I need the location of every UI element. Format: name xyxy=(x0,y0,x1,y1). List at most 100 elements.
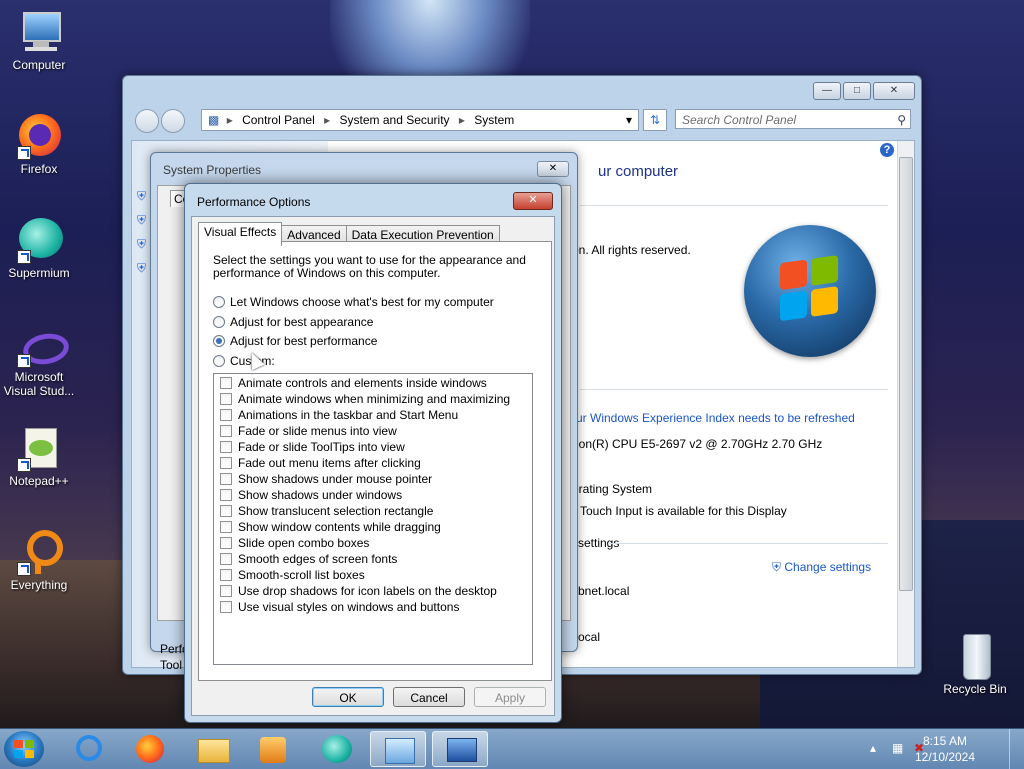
radio-let-windows-choose[interactable]: Let Windows choose what's best for my co… xyxy=(213,296,494,310)
taskbar-file-explorer[interactable] xyxy=(184,731,240,767)
radio-best-appearance[interactable]: Adjust for best appearance xyxy=(213,316,373,330)
shield-icon: ⛨ xyxy=(137,213,147,227)
radio-best-performance[interactable]: Adjust for best performance xyxy=(213,335,377,349)
show-desktop-button[interactable] xyxy=(1009,729,1024,769)
effect-checkbox[interactable]: Show window contents while dragging xyxy=(220,519,441,535)
performance-options-dialog[interactable]: Performance Options ✕ Visual Effects Adv… xyxy=(184,183,562,723)
help-icon[interactable]: ? xyxy=(880,143,894,157)
effect-label: Show translucent selection rectangle xyxy=(238,504,434,518)
effect-checkbox[interactable]: Animate controls and elements inside win… xyxy=(220,375,487,391)
start-button[interactable] xyxy=(4,731,44,767)
checkbox[interactable] xyxy=(220,473,232,485)
checkbox[interactable] xyxy=(220,489,232,501)
radio-custom[interactable]: Custom: xyxy=(213,355,275,369)
taskbar-control-panel[interactable] xyxy=(370,731,426,767)
shield-icon: ⛨ xyxy=(772,560,782,574)
radio-button[interactable] xyxy=(213,316,225,328)
desktop-icon-computer[interactable]: Computer xyxy=(0,8,78,72)
taskbar-firefox[interactable] xyxy=(122,731,178,767)
search-input[interactable]: Search Control Panel ⚲ xyxy=(675,109,911,129)
taskbar-internet-explorer[interactable] xyxy=(62,731,118,767)
taskbar-media-player[interactable] xyxy=(244,731,300,767)
network-icon[interactable]: ▦ xyxy=(892,741,903,755)
checkbox[interactable] xyxy=(220,585,232,597)
effect-checkbox[interactable]: Use drop shadows for icon labels on the … xyxy=(220,583,497,599)
maximize-button[interactable]: □ xyxy=(843,82,871,100)
radio-button[interactable] xyxy=(213,355,225,367)
apply-button[interactable]: Apply xyxy=(474,687,546,707)
change-settings-link[interactable]: ⛨ Change settings xyxy=(772,560,871,575)
internet-explorer-icon xyxy=(76,735,102,761)
back-button[interactable] xyxy=(135,109,159,133)
desktop-icon-visual-studio[interactable]: Microsoft Visual Stud... xyxy=(0,328,78,398)
address-dropdown-icon[interactable]: ▾ xyxy=(626,110,632,130)
checkbox[interactable] xyxy=(220,425,232,437)
checkbox[interactable] xyxy=(220,505,232,517)
search-icon[interactable]: ⚲ xyxy=(897,110,906,130)
tab-strip: Visual Effects Advanced Data Execution P… xyxy=(198,222,500,246)
effect-label: Use visual styles on windows and buttons xyxy=(238,600,460,614)
wei-refresh-link[interactable]: ur Windows Experience Index needs to be … xyxy=(576,411,855,425)
firefox-icon xyxy=(136,735,164,763)
shortcut-arrow-icon xyxy=(17,458,31,472)
desktop-icon-notepadpp[interactable]: Notepad++ xyxy=(0,424,78,488)
checkbox[interactable] xyxy=(220,441,232,453)
visual-effects-list[interactable]: Animate controls and elements inside win… xyxy=(213,373,533,665)
checkbox[interactable] xyxy=(220,537,232,549)
desktop-icon-everything[interactable]: Everything xyxy=(0,528,78,592)
minimize-button[interactable]: — xyxy=(813,82,841,100)
desktop-icon-label: Everything xyxy=(10,578,68,592)
control-panel-icon xyxy=(385,738,415,764)
dialog-body: Visual Effects Advanced Data Execution P… xyxy=(191,216,555,716)
breadcrumb-system[interactable]: System xyxy=(474,113,514,127)
close-button[interactable]: ✕ xyxy=(537,161,569,177)
refresh-button[interactable]: ⇅ xyxy=(643,109,667,131)
effect-checkbox[interactable]: Smooth-scroll list boxes xyxy=(220,567,365,583)
desktop-icon-recycle-bin[interactable]: Recycle Bin xyxy=(936,632,1014,696)
breadcrumb-control-panel[interactable]: Control Panel xyxy=(242,113,315,127)
system-clock[interactable]: 8:15 AM 12/10/2024 xyxy=(910,733,980,765)
show-hidden-icons-button[interactable]: ▴ xyxy=(870,741,876,755)
effect-checkbox[interactable]: Fade or slide ToolTips into view xyxy=(220,439,405,455)
effect-checkbox[interactable]: Show translucent selection rectangle xyxy=(220,503,433,519)
effect-checkbox[interactable]: Smooth edges of screen fonts xyxy=(220,551,397,567)
tab-visual-effects[interactable]: Visual Effects xyxy=(198,222,283,246)
effect-label: Animations in the taskbar and Start Menu xyxy=(238,408,459,422)
taskbar-system-properties[interactable] xyxy=(432,731,488,767)
breadcrumb-system-security[interactable]: System and Security xyxy=(340,113,450,127)
cancel-button[interactable]: Cancel xyxy=(393,687,465,707)
address-bar[interactable]: ▩ ▸ Control Panel ▸ System and Security … xyxy=(201,109,639,131)
checkbox[interactable] xyxy=(220,601,232,613)
close-button[interactable]: ✕ xyxy=(873,82,915,100)
scrollbar-thumb[interactable] xyxy=(899,157,913,591)
checkbox[interactable] xyxy=(220,553,232,565)
effect-checkbox[interactable]: Animate windows when minimizing and maxi… xyxy=(220,391,510,407)
effect-label: Fade or slide menus into view xyxy=(238,424,397,438)
checkbox[interactable] xyxy=(220,569,232,581)
taskbar: ▴ ▦ ✖ 8:15 AM 12/10/2024 xyxy=(0,728,1024,769)
effect-checkbox[interactable]: Slide open combo boxes xyxy=(220,535,369,551)
ok-button[interactable]: OK xyxy=(312,687,384,707)
desktop-icon-firefox[interactable]: Firefox xyxy=(0,112,78,176)
close-button[interactable]: ✕ xyxy=(513,192,553,210)
checkbox[interactable] xyxy=(220,521,232,533)
checkbox[interactable] xyxy=(220,377,232,389)
desktop-icon-supermium[interactable]: Supermium xyxy=(0,216,78,280)
forward-button[interactable] xyxy=(161,109,185,133)
checkbox[interactable] xyxy=(220,409,232,421)
effect-checkbox[interactable]: Animations in the taskbar and Start Menu xyxy=(220,407,458,423)
effect-checkbox[interactable]: Fade out menu items after clicking xyxy=(220,455,421,471)
copyright-fragment: on. All rights reserved. xyxy=(572,243,691,257)
checkbox[interactable] xyxy=(220,393,232,405)
checkbox[interactable] xyxy=(220,457,232,469)
effect-checkbox[interactable]: Show shadows under mouse pointer xyxy=(220,471,432,487)
vertical-scrollbar[interactable] xyxy=(897,141,914,667)
effect-checkbox[interactable]: Fade or slide menus into view xyxy=(220,423,397,439)
radio-button[interactable] xyxy=(213,296,225,308)
taskbar-supermium[interactable] xyxy=(308,731,364,767)
everything-icon xyxy=(15,528,63,576)
effect-checkbox[interactable]: Use visual styles on windows and buttons xyxy=(220,599,459,615)
effect-checkbox[interactable]: Show shadows under windows xyxy=(220,487,402,503)
shortcut-arrow-icon xyxy=(17,250,31,264)
radio-button[interactable] xyxy=(213,335,225,347)
